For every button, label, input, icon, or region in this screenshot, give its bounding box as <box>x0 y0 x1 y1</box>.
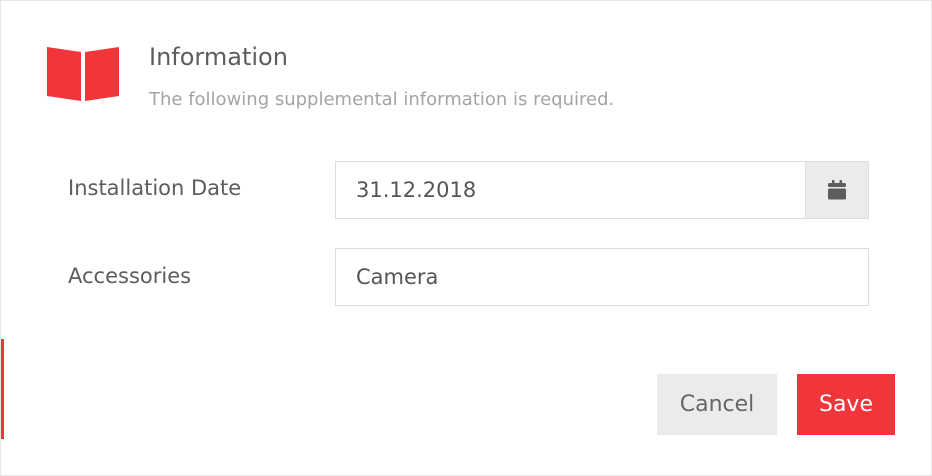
calendar-icon <box>828 180 846 200</box>
dialog-title: Information <box>149 43 288 71</box>
information-dialog: Information The following supplemental i… <box>0 0 932 476</box>
book-icon <box>47 47 119 101</box>
accessories-label: Accessories <box>68 264 192 288</box>
accessories-input[interactable] <box>335 248 869 306</box>
installation-date-label: Installation Date <box>68 176 242 200</box>
date-picker-button[interactable] <box>805 161 869 219</box>
installation-date-input[interactable] <box>335 161 806 219</box>
dialog-subtitle: The following supplemental information i… <box>149 89 615 110</box>
dialog-accent-bar <box>1 339 4 439</box>
save-button[interactable]: Save <box>797 374 895 435</box>
cancel-button[interactable]: Cancel <box>657 374 777 435</box>
